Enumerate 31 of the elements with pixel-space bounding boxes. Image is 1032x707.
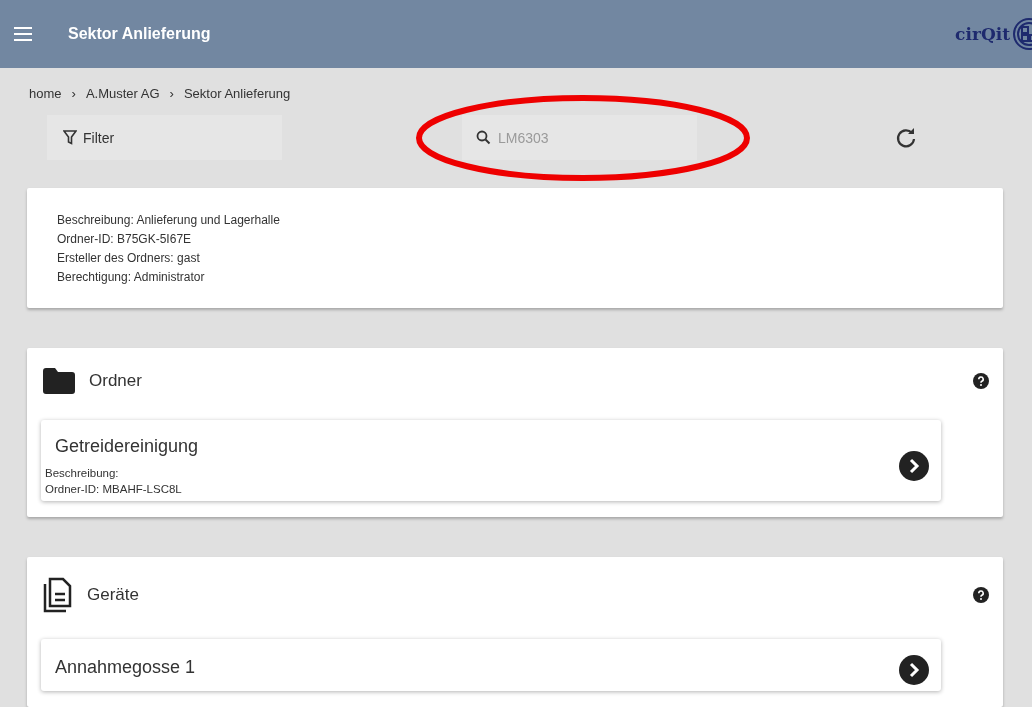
- help-icon[interactable]: [973, 373, 989, 389]
- chevron-right-icon[interactable]: [899, 450, 929, 481]
- info-line: Ersteller des Ordners: gast: [57, 250, 201, 265]
- item-detail: Beschreibung:: [45, 467, 120, 479]
- breadcrumb-separator: ›: [71, 86, 76, 101]
- menu-icon[interactable]: [14, 27, 32, 41]
- info-line: Beschreibung: Anlieferung und Lagerhalle: [57, 212, 281, 227]
- refresh-icon[interactable]: [895, 126, 917, 149]
- item-detail: Ordner-ID: MBAHF-LSC8L: [45, 483, 183, 495]
- list-item-card[interactable]: Annahmegosse 1: [41, 639, 941, 691]
- item-title: Annahmegosse 1: [54, 656, 197, 678]
- folder-icon: [43, 368, 75, 394]
- item-title: Getreidereinigung: [54, 436, 200, 457]
- page-title: Sektor Anlieferung: [68, 25, 212, 43]
- section-title: Geräte: [87, 585, 140, 605]
- search-icon: [476, 130, 491, 145]
- help-icon[interactable]: [973, 587, 989, 603]
- logo-text: cirQit: [955, 24, 1010, 44]
- info-line: Berechtigung: Administrator: [57, 269, 206, 284]
- breadcrumb-link[interactable]: Sektor Anlieferung: [183, 86, 291, 101]
- breadcrumb-link[interactable]: home: [29, 86, 62, 101]
- chevron-right-icon[interactable]: [899, 655, 929, 685]
- breadcrumb-separator: ›: [169, 86, 174, 101]
- qr-emblem-icon: [1012, 17, 1032, 51]
- breadcrumb-link[interactable]: A.Muster AG: [85, 86, 160, 101]
- section-title: Ordner: [89, 371, 143, 391]
- list-item-card[interactable]: Getreidereinigung Beschreibung: Ordner-ID: MBAHF-LSC8L: [41, 420, 941, 501]
- filter-button[interactable]: Filter: [47, 115, 282, 160]
- info-line: Ordner-ID: B75GK-5I67E: [57, 231, 193, 246]
- filter-icon: [63, 130, 77, 145]
- documents-icon: [43, 577, 73, 613]
